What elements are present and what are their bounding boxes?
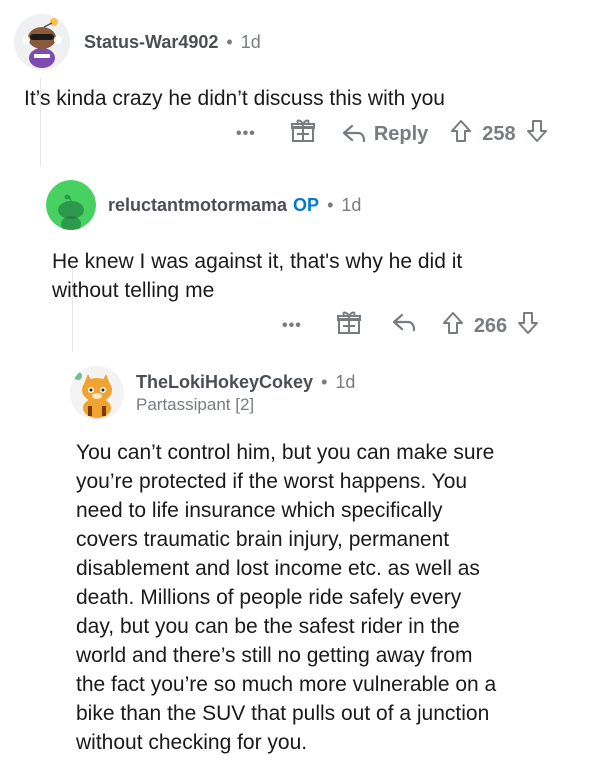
snoo-avatar-icon (70, 366, 124, 420)
reply-button[interactable]: Reply (342, 123, 428, 146)
snoo-avatar-icon (46, 180, 96, 230)
separator-dot: • (327, 194, 334, 215)
comment-time: 1d (335, 371, 356, 392)
user-avatar[interactable] (70, 366, 124, 420)
body-line: without telling me (52, 279, 215, 302)
downvote-icon[interactable] (526, 119, 548, 149)
body-line: He knew I was against it, that's why he … (52, 250, 463, 273)
body-line: without checking for you. (76, 731, 308, 754)
user-avatar[interactable] (46, 180, 96, 230)
comment-time: 1d (240, 31, 261, 52)
body-line: world and there’s still no getting away … (76, 644, 473, 667)
comment-1-body: It’s kinda crazy he didn’t discuss this … (24, 87, 445, 110)
body-line: covers traumatic brain injury, permanent (76, 528, 450, 551)
body-line: bike than the SUV that pulls out of a ju… (76, 702, 490, 725)
reply-icon (342, 124, 365, 143)
user-avatar[interactable] (14, 14, 70, 70)
comment-1-actions: ••• Reply 258 (236, 118, 548, 150)
vote-count: 258 (482, 122, 516, 145)
more-options-button[interactable]: ••• (282, 317, 302, 335)
op-badge: OP (293, 194, 320, 215)
upvote-icon[interactable] (442, 311, 464, 341)
comment-3-header: TheLokiHokeyCokey • 1d Partassipant [2] (70, 360, 355, 426)
reply-icon[interactable] (392, 313, 416, 339)
separator-dot: • (226, 31, 233, 52)
comment-3-body: You can’t control him, but you can make … (76, 438, 496, 757)
comment-time: 1d (341, 194, 362, 215)
comment-1-header: Status-War4902 • 1d (14, 12, 261, 72)
reply-label: Reply (373, 122, 429, 145)
snoo-avatar-icon (14, 14, 70, 70)
body-line: the fact you’re so much more vulnerable … (76, 673, 497, 696)
gift-icon[interactable] (336, 310, 362, 342)
body-line: need to life insurance which specificall… (76, 499, 443, 522)
upvote-icon[interactable] (450, 119, 472, 149)
comment-2-body: He knew I was against it, that's why he … (52, 247, 462, 305)
comment-author[interactable]: reluctantmotormama (108, 195, 287, 216)
comment-author[interactable]: TheLokiHokeyCokey (136, 372, 313, 393)
user-flair: Partassipant [2] (136, 394, 255, 414)
comment-2-actions: ••• 266 (282, 310, 539, 342)
body-line: you’re protected if the worst happens. Y… (76, 470, 468, 493)
vote-count: 266 (473, 314, 508, 337)
downvote-icon[interactable] (517, 311, 539, 341)
body-line: day, but you can be the safest rider in … (76, 615, 460, 638)
more-options-button[interactable]: ••• (236, 125, 256, 143)
comment-author[interactable]: Status-War4902 (84, 32, 218, 53)
body-line: disablement and lost income etc. as well… (76, 557, 480, 580)
comment-2-header: reluctantmotormama OP • 1d (46, 178, 361, 232)
gift-icon[interactable] (290, 118, 316, 150)
separator-dot: • (321, 371, 328, 392)
author-block: TheLokiHokeyCokey • 1d Partassipant [2] (136, 372, 355, 415)
body-line: death. Millions of people ride safely ev… (76, 586, 462, 609)
body-line: You can’t control him, but you can make … (76, 441, 495, 464)
